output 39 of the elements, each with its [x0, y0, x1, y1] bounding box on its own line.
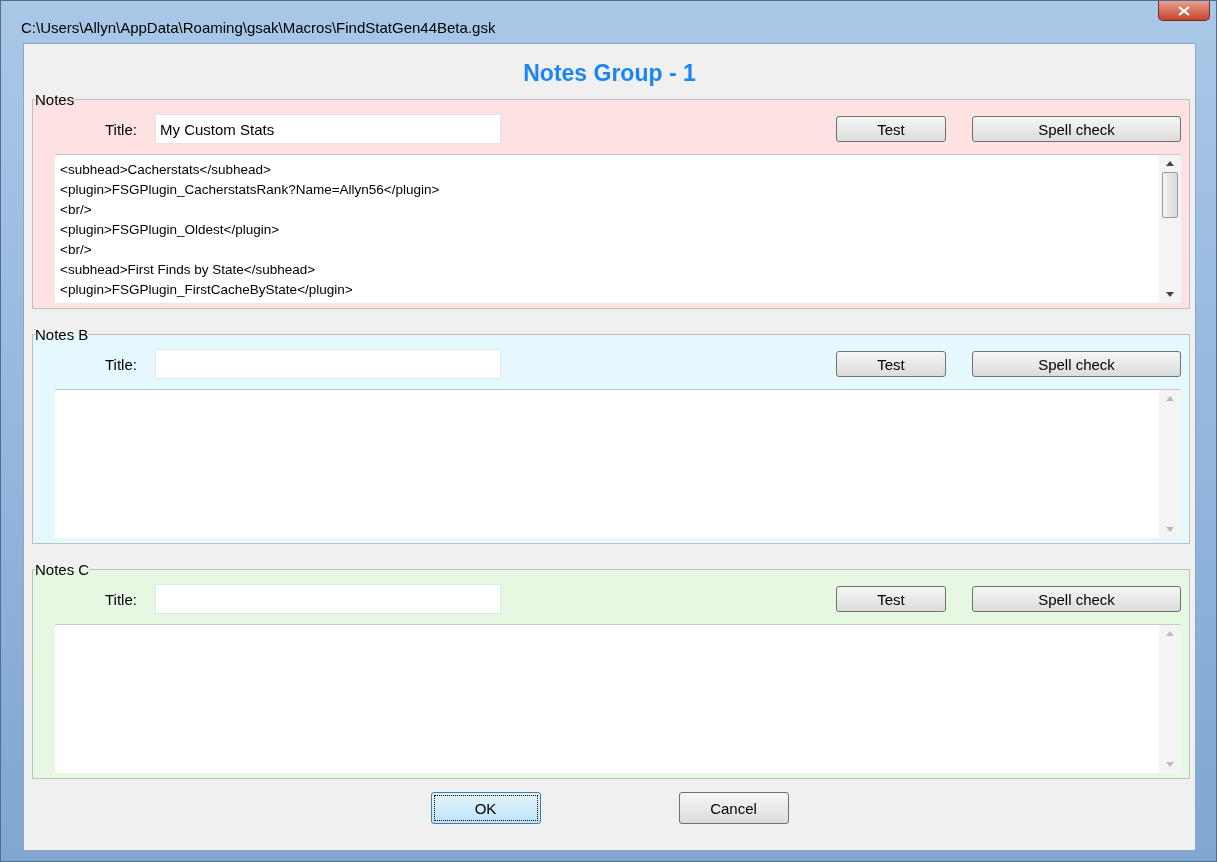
- text-line: <br/>: [60, 241, 93, 259]
- dialog-heading: Notes Group - 1: [522, 60, 697, 87]
- scroll-down-icon: [1166, 292, 1174, 297]
- title-label: Title:: [105, 355, 138, 373]
- group-legend: Notes B: [35, 326, 89, 343]
- scroll-up-icon: [1166, 631, 1174, 636]
- scrollbar[interactable]: [1159, 625, 1181, 773]
- scroll-thumb[interactable]: [1162, 172, 1178, 218]
- window-title: C:\Users\Allyn\AppData\Roaming\gsak\Macros\FindStatGen44Beta.gsk: [21, 19, 496, 36]
- dialog-button[interactable]: OK: [430, 792, 541, 824]
- group-legend: Notes: [35, 91, 75, 108]
- test-button[interactable]: Test: [836, 351, 946, 377]
- test-button[interactable]: Test: [836, 116, 946, 142]
- close-icon: [1178, 5, 1190, 16]
- text-line: <plugin>FSGPlugin_Oldest</plugin>: [60, 221, 281, 239]
- title-field[interactable]: [155, 584, 501, 614]
- scroll-down-icon: [1166, 527, 1174, 532]
- title-field[interactable]: [155, 349, 501, 379]
- scrollbar[interactable]: [1159, 390, 1181, 538]
- dialog-button[interactable]: Cancel: [678, 792, 789, 824]
- title-label: Title:: [105, 120, 138, 138]
- scrollbar[interactable]: [1159, 155, 1181, 303]
- test-button[interactable]: Test: [836, 586, 946, 612]
- scroll-up-icon: [1166, 161, 1174, 166]
- spell-check-button[interactable]: Spell check: [972, 351, 1181, 377]
- group-legend: Notes C: [35, 561, 90, 578]
- text-line: <br/>: [60, 201, 93, 219]
- text-line: <subhead>Cacherstats</subhead>: [60, 161, 272, 179]
- text-line: <plugin>FSGPlugin_FirstCacheByState</plugin>: [60, 281, 354, 299]
- spell-check-button[interactable]: Spell check: [972, 116, 1181, 142]
- text-line: <plugin>FSGPlugin_CacherstatsRank?Name=Allyn56</plugin>: [60, 181, 441, 199]
- title-label: Title:: [105, 590, 138, 608]
- scroll-down-icon: [1166, 762, 1174, 767]
- text-line: <subhead>First Finds by State</subhead>: [60, 261, 317, 279]
- title-field[interactable]: My Custom Stats: [155, 114, 501, 144]
- spell-check-button[interactable]: Spell check: [972, 586, 1181, 612]
- scroll-up-icon: [1166, 396, 1174, 401]
- close-button[interactable]: [1158, 1, 1210, 21]
- notes-text-area[interactable]: [55, 154, 1181, 303]
